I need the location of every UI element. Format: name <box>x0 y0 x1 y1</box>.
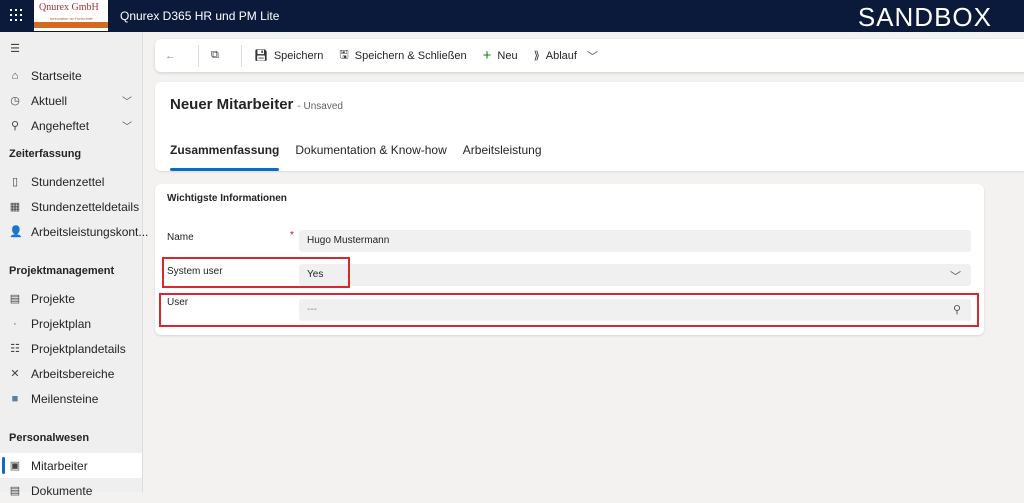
open-external-icon: ⧉ <box>211 49 219 61</box>
save-button[interactable]: 💾︎ Speichern <box>253 49 324 63</box>
command-bar: ← ⧉ 💾︎ Speichern 🖫 Speichern & Schließen +… <box>155 39 1024 72</box>
sidebar-item-startseite[interactable]: ⌂ Startseite <box>0 63 142 88</box>
system-user-select[interactable]: Yes ﹀ <box>299 264 971 286</box>
arrow-left-icon: ← <box>165 49 176 62</box>
required-indicator: * <box>290 230 294 241</box>
save-icon: 💾︎ <box>253 50 268 62</box>
dot-icon: · <box>13 317 17 330</box>
highlight-system-user <box>162 257 350 288</box>
flow-icon: ⟫ <box>533 50 540 62</box>
list-icon: ☷ <box>10 343 20 355</box>
save-close-button[interactable]: 🖫 Speichern & Schließen <box>339 46 466 65</box>
environment-label: SANDBOX <box>857 2 992 32</box>
badge-icon: ▣ <box>9 460 21 472</box>
save-status: - Unsaved <box>297 101 343 112</box>
milestone-icon: ■ <box>11 392 19 405</box>
sidebar-item-mitarbeiter[interactable]: ▣ Mitarbeiter <box>0 453 142 478</box>
sidebar-item-projekte[interactable]: ▤ Projekte <box>0 286 142 311</box>
hamburger-menu-icon[interactable]: ☰ <box>0 36 142 61</box>
pin-icon: ⚲ <box>10 120 20 132</box>
flow-button[interactable]: ⟫ Ablauf ﹀ <box>534 48 598 64</box>
calendar-icon: ▦ <box>9 201 21 213</box>
sidebar-item-arbeitsbereiche[interactable]: ✕ Arbeitsbereiche <box>0 361 142 386</box>
tab-dokumentation[interactable]: Dokumentation & Know-how <box>295 143 446 171</box>
sidebar-item-stundenzettel[interactable]: ▯ Stundenzettel <box>0 169 142 194</box>
clock-icon: ◷ <box>10 95 20 107</box>
sidebar-item-dokumente[interactable]: ▤ Dokumente <box>0 478 142 503</box>
save-close-icon: 🖫 <box>339 49 349 61</box>
sidebar-item-stundenzetteldetails[interactable]: ▦ Stundenzetteldetails <box>0 194 142 219</box>
plus-icon: + <box>482 47 492 64</box>
project-icon: ▤ <box>9 293 21 305</box>
app-launcher-icon[interactable] <box>10 9 22 21</box>
sidebar-item-angeheftet[interactable]: ⚲ Angeheftet ﹀ <box>0 113 142 138</box>
tools-icon: ✕ <box>10 368 20 380</box>
section-personalwesen: Personalwesen <box>9 432 90 444</box>
sidebar-item-projektplan[interactable]: · Projektplan <box>0 311 142 336</box>
timesheet-icon: ▯ <box>11 176 19 188</box>
company-logo: Qnurex GmbH Innovation ist Fortschritt <box>34 0 108 31</box>
top-bar: Qnurex GmbH Innovation ist Fortschritt Qn… <box>0 0 1024 32</box>
new-button[interactable]: + Neu <box>483 47 518 64</box>
sidebar: ☰ ⌂ Startseite ◷ Aktuell ﹀ ⚲ Angeheftet ﹀ Zei… <box>0 32 148 498</box>
chevron-down-icon[interactable]: ﹀ <box>122 93 132 108</box>
sidebar-item-aktuell[interactable]: ◷ Aktuell ﹀ <box>0 88 142 113</box>
home-icon: ⌂ <box>11 69 19 82</box>
chevron-down-icon: ﹀ <box>586 50 598 63</box>
section-title: Wichtigste Informationen <box>167 193 287 204</box>
highlight-user <box>159 293 979 327</box>
name-row: Name * Hugo Mustermann <box>167 230 971 252</box>
document-icon: ▤ <box>9 485 21 497</box>
tab-arbeitsleistung[interactable]: Arbeitsleistung <box>463 143 542 171</box>
section-projektmanagement: Projektmanagement <box>9 265 115 277</box>
name-field[interactable]: Hugo Mustermann <box>299 230 971 252</box>
sidebar-item-projektplandetails[interactable]: ☷ Projektplandetails <box>0 336 142 361</box>
form-header: Neuer Mitarbeiter - Unsaved Zusammenfassu… <box>155 82 1024 171</box>
name-label: Name <box>167 232 194 243</box>
tab-zusammenfassung[interactable]: Zusammenfassung <box>170 143 280 171</box>
page-title: Neuer Mitarbeiter - Unsaved <box>170 96 343 113</box>
back-button[interactable]: ← <box>165 50 182 62</box>
person-icon: 👤 <box>9 226 23 238</box>
sidebar-item-meilensteine[interactable]: ■ Meilensteine <box>0 386 142 411</box>
chevron-down-icon[interactable]: ﹀ <box>122 118 132 133</box>
app-title[interactable]: Qnurex D365 HR und PM Lite <box>120 9 279 23</box>
sidebar-item-arbeitsleistungskonten[interactable]: 👤 Arbeitsleistungskont... <box>0 219 148 244</box>
open-new-window-button[interactable]: ⧉ <box>211 49 225 62</box>
section-zeiterfassung: Zeiterfassung <box>9 148 82 160</box>
chevron-down-icon: ﹀ <box>950 271 961 283</box>
